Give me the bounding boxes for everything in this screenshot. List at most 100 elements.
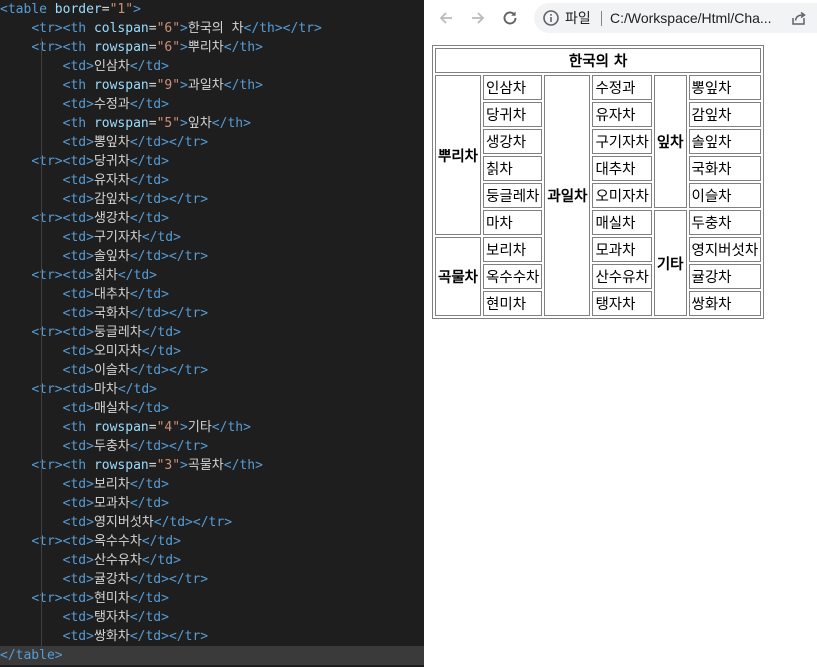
code-line[interactable]: <tr><td>당귀차</td>: [0, 152, 424, 171]
code-token: =: [148, 40, 157, 55]
code-token: >: [180, 21, 188, 36]
code-line[interactable]: <td>탱자차</td>: [0, 608, 424, 627]
code-token: 이슬차: [93, 363, 130, 378]
code-line[interactable]: <td>매실차</td>: [0, 399, 424, 418]
table-cell: 마차: [483, 210, 543, 235]
code-line[interactable]: <th rowspan="4">기타</th>: [0, 418, 424, 437]
code-line[interactable]: <td>감잎차</td></tr>: [0, 190, 424, 209]
table-cell: 감잎차: [688, 102, 762, 127]
code-token: <td>: [62, 610, 94, 625]
code-line[interactable]: <tr><td>옥수수차</td>: [0, 532, 424, 551]
code-token: <td>: [62, 287, 94, 302]
code-token: </td>: [129, 154, 169, 169]
code-token: "6": [156, 21, 181, 36]
code-token: </td>: [129, 97, 169, 112]
address-bar[interactable]: 파일 C:/Workspace/Html/Cha...: [534, 3, 817, 33]
code-line[interactable]: <table border="1">: [0, 0, 424, 19]
code-token: 오미자차: [93, 344, 142, 359]
code-token: 인삼차: [93, 59, 130, 74]
code-token: 두충차: [93, 439, 130, 454]
code-token: <td>: [62, 515, 94, 530]
code-line[interactable]: <tr><th colspan="6">한국의 차</th></tr>: [0, 19, 424, 38]
table-cell: 당귀차: [483, 102, 543, 127]
code-line[interactable]: <td>쌍화차</td></tr>: [0, 627, 424, 646]
code-token: =: [148, 420, 157, 435]
code-token: <td>: [62, 344, 94, 359]
code-token: </td>: [129, 287, 169, 302]
code-token: </th>: [223, 458, 263, 473]
code-token: 모과차: [93, 496, 130, 511]
code-token: =: [148, 21, 157, 36]
code-token: 탱자차: [93, 610, 130, 625]
info-icon[interactable]: [542, 9, 560, 27]
code-line[interactable]: <td>뽕잎차</td></tr>: [0, 133, 424, 152]
code-line[interactable]: <td>산수유차</td>: [0, 551, 424, 570]
code-token: =: [148, 116, 157, 131]
back-button[interactable]: [432, 4, 460, 32]
code-line[interactable]: <tr><td>생강차</td>: [0, 209, 424, 228]
code-token: <td>: [62, 553, 94, 568]
code-token: 유자차: [93, 173, 130, 188]
code-token: 귤강차: [93, 572, 130, 587]
table-row: 당귀차 유자차 감잎차: [435, 102, 762, 127]
code-line[interactable]: <th rowspan="5">잎차</th>: [0, 114, 424, 133]
code-line[interactable]: </table>: [0, 646, 424, 665]
page-content: 한국의 차 뿌리차 인삼차 과일차 수정과 잎차 뽕잎차 당귀차 유자차 감잎차 생강차 구기자차 솔잎…: [424, 36, 817, 667]
code-line[interactable]: <tr><td>마차</td>: [0, 380, 424, 399]
code-token: <tr><th: [31, 21, 94, 36]
code-token: >: [180, 116, 188, 131]
share-icon[interactable]: [790, 9, 808, 27]
code-line[interactable]: <td>구기자차</td>: [0, 228, 424, 247]
code-line[interactable]: <td>영지버섯차</td></tr>: [0, 513, 424, 532]
code-token: </td></tr>: [129, 192, 209, 207]
reload-button[interactable]: [496, 4, 524, 32]
code-line[interactable]: <tr><td>칡차</td>: [0, 266, 424, 285]
code-token: </td>: [141, 534, 181, 549]
code-line[interactable]: <tr><td>둥글레차</td>: [0, 323, 424, 342]
code-line[interactable]: <td>모과차</td>: [0, 494, 424, 513]
code-line[interactable]: <tr><th rowspan="3">곡물차</th>: [0, 456, 424, 475]
table-row: 현미차 탱자차 쌍화차: [435, 291, 762, 316]
code-token: </td>: [117, 382, 157, 397]
code-line[interactable]: <td>두충차</td></tr>: [0, 437, 424, 456]
code-token: </td>: [141, 230, 181, 245]
code-line[interactable]: <td>귤강차</td></tr>: [0, 570, 424, 589]
code-token: <td>: [62, 192, 94, 207]
table-cell: 대추차: [592, 156, 652, 181]
code-line[interactable]: <td>국화차</td></tr>: [0, 304, 424, 323]
table-cell: 모과차: [592, 237, 652, 262]
code-token: </td>: [129, 211, 169, 226]
code-line[interactable]: <td>보리차</td>: [0, 475, 424, 494]
code-token: rowspan: [93, 116, 149, 131]
code-line[interactable]: <td>대추차</td>: [0, 285, 424, 304]
code-line[interactable]: <tr><th rowspan="6">뿌리차</th>: [0, 38, 424, 57]
code-token: <td>: [62, 306, 94, 321]
code-line[interactable]: <td>인삼차</td>: [0, 57, 424, 76]
code-token: >: [180, 78, 188, 93]
code-token: colspan: [93, 21, 149, 36]
code-token: 옥수수차: [93, 534, 142, 549]
code-line[interactable]: <td>이슬차</td></tr>: [0, 361, 424, 380]
code-line[interactable]: <th rowspan="9">과일차</th>: [0, 76, 424, 95]
forward-button[interactable]: [464, 4, 492, 32]
code-token: </td>: [129, 59, 169, 74]
url-text[interactable]: C:/Workspace/Html/Cha...: [610, 9, 780, 27]
code-line[interactable]: <tr><td>현미차</td>: [0, 589, 424, 608]
header-cell: 곡물차: [435, 237, 482, 316]
code-editor[interactable]: <table border="1"> <tr><th colspan="6">한…: [0, 0, 424, 667]
reload-icon: [503, 11, 517, 25]
code-line[interactable]: <td>오미자차</td>: [0, 342, 424, 361]
code-line[interactable]: <td>솔잎차</td></tr>: [0, 247, 424, 266]
code-line[interactable]: <td>수정과</td>: [0, 95, 424, 114]
table-cell: 인삼차: [483, 75, 543, 100]
code-token: 수정과: [93, 97, 130, 112]
code-token: </td>: [129, 591, 169, 606]
code-line[interactable]: <td>유자차</td>: [0, 171, 424, 190]
header-cell: 한국의 차: [435, 48, 762, 73]
